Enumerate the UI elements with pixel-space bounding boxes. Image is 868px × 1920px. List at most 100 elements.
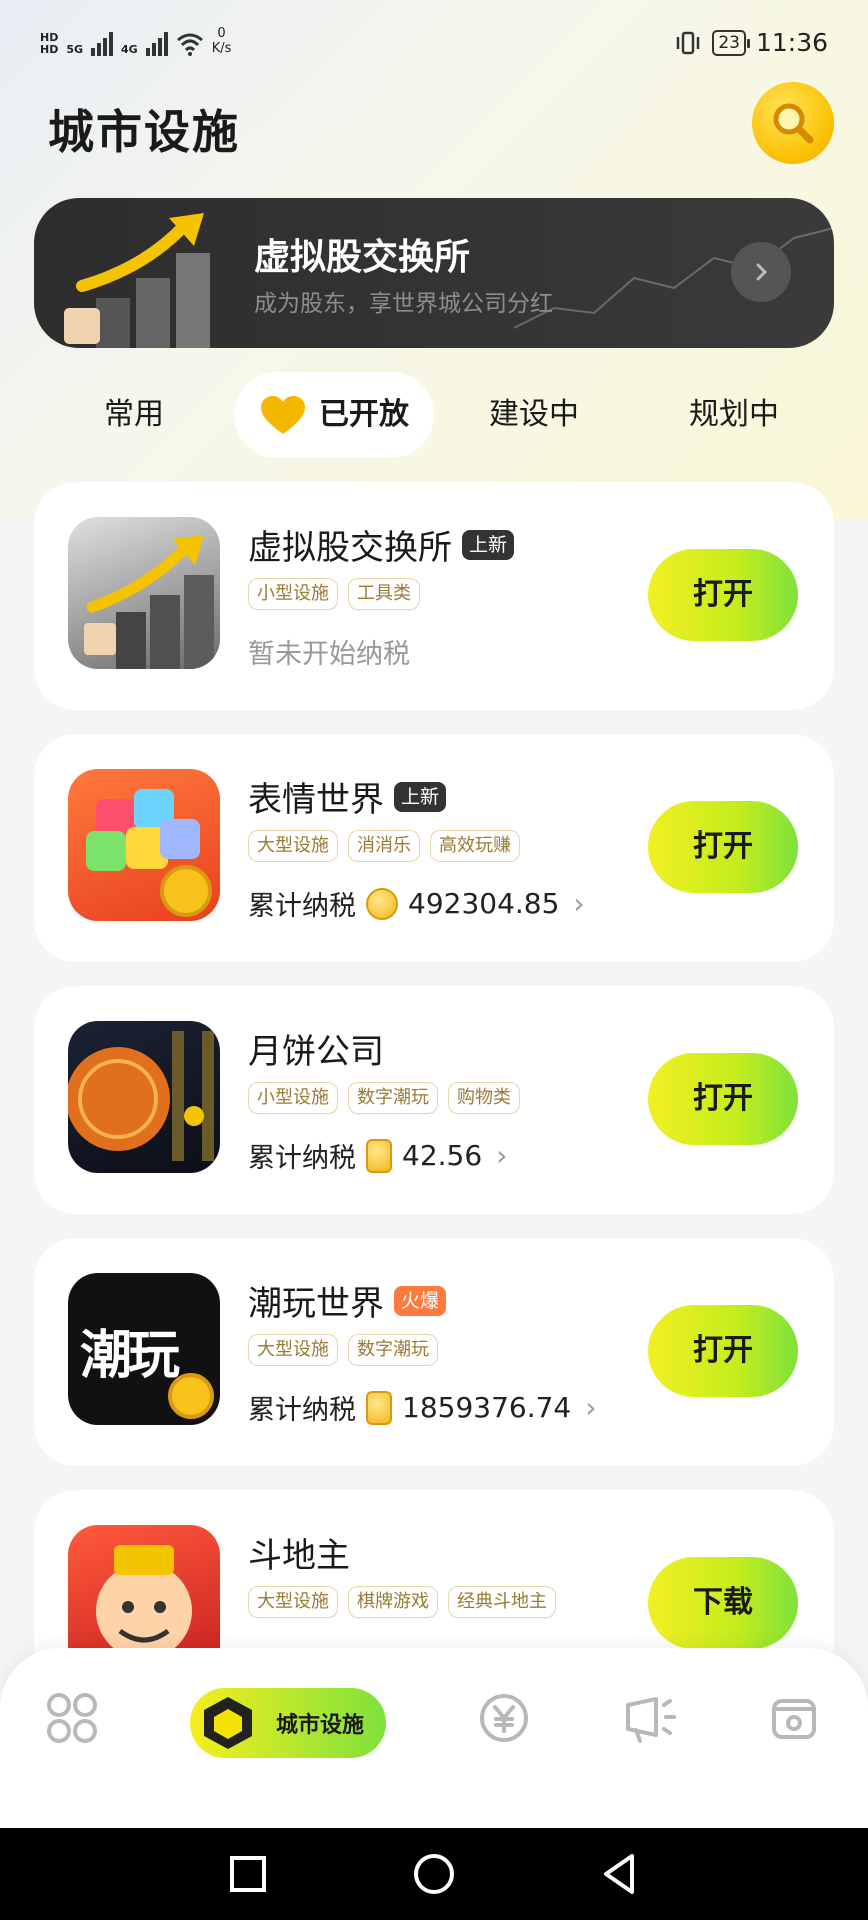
- hd-tag-2: HD: [40, 43, 59, 56]
- tax-summary[interactable]: 累计纳税 42.56 ›: [248, 1136, 507, 1175]
- coin-jar-icon: [366, 1138, 392, 1173]
- chevron-right-icon: ›: [585, 1391, 597, 1424]
- emoji-world-app-icon: [68, 769, 220, 921]
- category-tabs: 常用 已开放 建设中 规划中: [34, 372, 834, 458]
- banner-subtitle: 成为股东，享世界城公司分红: [254, 291, 553, 317]
- tax-label: 累计纳税: [248, 1395, 356, 1426]
- banner-arrow-button[interactable]: [731, 242, 791, 302]
- tag: 大型设施: [248, 1334, 338, 1366]
- tag: 经典斗地主: [448, 1586, 556, 1618]
- signal-4g-label: 4G: [121, 43, 138, 56]
- coin-icon: [366, 887, 398, 920]
- facility-tags: 小型设施 工具类: [248, 578, 420, 610]
- yuan-coin-icon: [480, 1694, 528, 1742]
- chevron-right-icon: [756, 263, 768, 281]
- coin-jar-icon: [366, 1390, 392, 1425]
- recent-apps-icon[interactable]: [222, 1848, 274, 1900]
- tab-opened[interactable]: 已开放: [234, 372, 434, 458]
- tax-value: 1859376.74: [402, 1391, 572, 1424]
- speed-unit: K/s: [211, 41, 232, 56]
- facility-name-text: 斗地主: [248, 1536, 350, 1576]
- status-bar: HD HD 5G 4G 0 K/s 23 11:36: [0, 0, 868, 90]
- system-navigation-bar: [0, 1828, 868, 1920]
- tag: 棋牌游戏: [348, 1586, 438, 1618]
- facility-tags: 大型设施 棋牌游戏 经典斗地主: [248, 1586, 556, 1618]
- tag: 小型设施: [248, 1082, 338, 1114]
- bottom-navigation: 城市设施: [0, 1648, 868, 1828]
- tag: 数字潮玩: [348, 1334, 438, 1366]
- facility-tags: 大型设施 数字潮玩: [248, 1334, 438, 1366]
- facility-card[interactable]: 表情世界 上新 大型设施 消消乐 高效玩赚 累计纳税 492304.85 › 打…: [34, 734, 834, 962]
- trendy-world-app-icon: 潮玩: [68, 1273, 220, 1425]
- profile-card-icon: [772, 1699, 816, 1739]
- status-right: 23 11:36: [674, 28, 828, 57]
- facility-name-text: 表情世界: [248, 780, 384, 820]
- signal-bars-icon: [145, 28, 168, 56]
- nav-profile[interactable]: [764, 1688, 824, 1748]
- tag: 购物类: [448, 1082, 520, 1114]
- tax-summary[interactable]: 累计纳税 492304.85 ›: [248, 884, 585, 923]
- new-badge: 上新: [394, 781, 447, 812]
- nav-city-facilities-label: 城市设施: [276, 1713, 365, 1738]
- stock-exchange-banner[interactable]: 虚拟股交换所 成为股东，享世界城公司分红: [34, 198, 834, 348]
- tab-planned[interactable]: 规划中: [664, 372, 804, 458]
- facility-name: 月饼公司: [248, 1024, 384, 1073]
- city-icon: [204, 1697, 252, 1749]
- chevron-right-icon: ›: [573, 887, 585, 920]
- tag: 工具类: [348, 578, 420, 610]
- search-button[interactable]: [752, 82, 834, 164]
- grid-icon: [47, 1693, 97, 1743]
- facility-name: 斗地主: [248, 1528, 350, 1577]
- facility-card[interactable]: 潮玩 潮玩世界 火爆 大型设施 数字潮玩 累计纳税 1859376.74 › 打…: [34, 1238, 834, 1466]
- page-title: 城市设施: [48, 105, 240, 159]
- open-button[interactable]: 打开: [648, 801, 798, 893]
- speed-value: 0: [217, 26, 226, 41]
- app-icon-text: 潮玩: [80, 1325, 180, 1386]
- facility-card[interactable]: 虚拟股交换所 上新 小型设施 工具类 暂未开始纳税 打开: [34, 482, 834, 710]
- signal-bars-icon: [91, 28, 114, 56]
- tag: 高效玩赚: [430, 830, 520, 862]
- clock: 11:36: [755, 28, 828, 57]
- tag: 消消乐: [348, 830, 420, 862]
- open-button[interactable]: 打开: [648, 1305, 798, 1397]
- download-button[interactable]: 下载: [648, 1557, 798, 1649]
- tax-label: 累计纳税: [248, 891, 356, 922]
- tax-label: 累计纳税: [248, 1143, 356, 1174]
- facility-name-text: 月饼公司: [248, 1032, 384, 1072]
- tab-common[interactable]: 常用: [74, 372, 194, 458]
- tab-opened-label: 已开放: [319, 397, 409, 432]
- coin-icon: [168, 1373, 214, 1419]
- stock-exchange-app-icon: [68, 517, 220, 669]
- facility-name-text: 虚拟股交换所: [248, 528, 452, 568]
- status-left: HD HD 5G 4G 0 K/s: [40, 26, 231, 56]
- facility-card[interactable]: 月饼公司 小型设施 数字潮玩 购物类 累计纳税 42.56 › 打开: [34, 986, 834, 1214]
- facility-name: 表情世界 上新: [248, 772, 447, 821]
- facility-name: 虚拟股交换所 上新: [248, 520, 515, 569]
- nav-earnings[interactable]: [474, 1688, 534, 1748]
- nav-home[interactable]: [42, 1688, 102, 1748]
- signal-5g-label: 5G: [66, 43, 84, 56]
- back-icon[interactable]: [594, 1848, 646, 1900]
- tag: 大型设施: [248, 830, 338, 862]
- open-button[interactable]: 打开: [648, 549, 798, 641]
- open-button[interactable]: 打开: [648, 1053, 798, 1145]
- facility-tags: 小型设施 数字潮玩 购物类: [248, 1082, 520, 1114]
- chevron-right-icon: ›: [496, 1139, 508, 1172]
- tax-summary[interactable]: 累计纳税 1859376.74 ›: [248, 1388, 596, 1427]
- tag: 小型设施: [248, 578, 338, 610]
- banner-title: 虚拟股交换所: [254, 237, 471, 278]
- stock-growth-illustration: [64, 213, 210, 348]
- battery-indicator: 23: [712, 29, 750, 56]
- home-icon[interactable]: [408, 1848, 460, 1900]
- new-badge: 上新: [462, 529, 515, 560]
- heart-icon: [261, 396, 305, 434]
- nav-city-facilities[interactable]: 城市设施: [190, 1688, 386, 1758]
- facility-name-text: 潮玩世界: [248, 1284, 384, 1324]
- mooncake-company-app-icon: [68, 1021, 220, 1173]
- tab-building[interactable]: 建设中: [464, 372, 604, 458]
- tax-value: 492304.85: [408, 887, 560, 920]
- facility-name: 潮玩世界 火爆: [248, 1276, 447, 1325]
- nav-messages[interactable]: [620, 1688, 680, 1748]
- hot-badge: 火爆: [394, 1285, 447, 1316]
- vibrate-icon: [677, 31, 700, 54]
